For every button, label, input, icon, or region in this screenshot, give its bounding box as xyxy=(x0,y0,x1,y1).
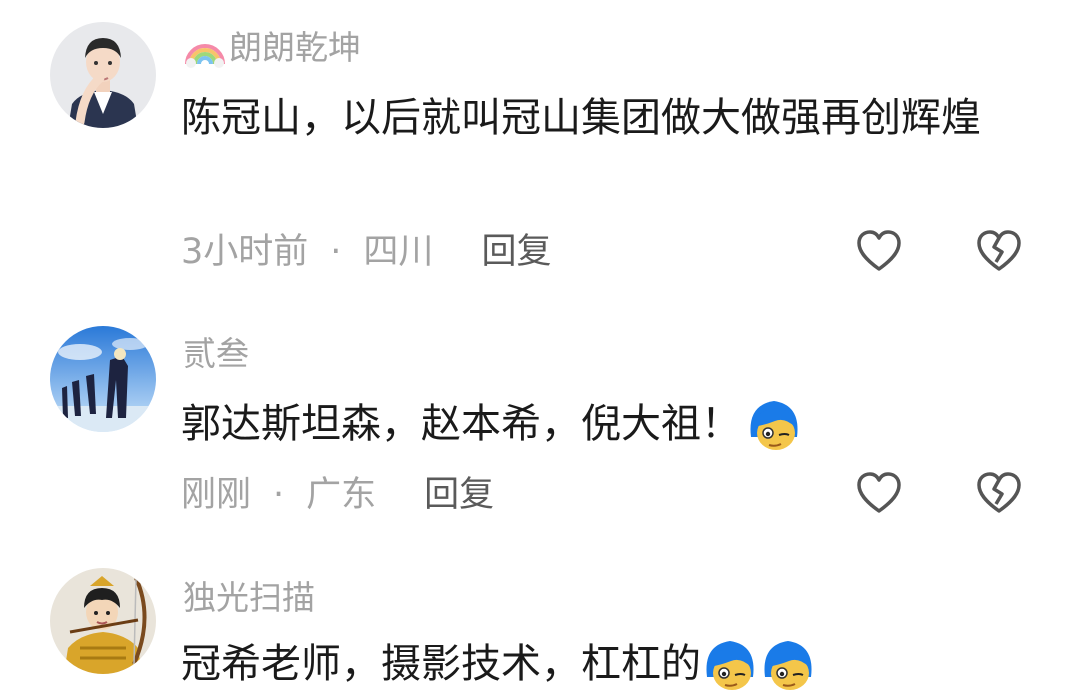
username-text: 贰叁 xyxy=(183,334,249,373)
separator-dot: · xyxy=(330,232,342,272)
username-text: 朗朗乾坤 xyxy=(229,28,361,67)
avatar[interactable] xyxy=(50,22,156,128)
comment-meta: 3小时前 · 四川 回复 xyxy=(181,230,551,274)
rainbow-icon xyxy=(183,28,227,68)
reply-button[interactable]: 回复 xyxy=(424,475,494,515)
username[interactable]: 朗朗乾坤 xyxy=(183,28,361,68)
heart-outline-icon[interactable] xyxy=(855,229,903,273)
blue-hair-face-emoji xyxy=(706,641,754,690)
blue-hair-face-emoji xyxy=(750,401,798,450)
comment-text: 冠希老师，摄影技术，杠杠的 xyxy=(181,632,1011,696)
reply-button[interactable]: 回复 xyxy=(481,232,551,272)
comment-text: 郭达斯坦森，赵本希，倪大祖！ xyxy=(181,392,1011,456)
comment-text-content: 郭达斯坦森，赵本希，倪大祖！ xyxy=(181,401,741,447)
comment-location: 广东 xyxy=(306,475,377,515)
username-text: 独光扫描 xyxy=(183,578,315,617)
broken-heart-icon[interactable] xyxy=(975,471,1023,515)
comment-item: 贰叁 郭达斯坦森，赵本希，倪大祖！ 刚刚 · 广东 回复 xyxy=(0,300,1080,550)
comment-item: 朗朗乾坤 陈冠山，以后就叫冠山集团做大做强再创辉煌 3小时前 · 四川 回复 xyxy=(0,0,1080,300)
comment-location: 四川 xyxy=(363,232,434,272)
avatar[interactable] xyxy=(50,568,156,674)
blue-hair-face-emoji xyxy=(764,641,812,690)
broken-heart-icon[interactable] xyxy=(975,229,1023,273)
comment-text-content: 冠希老师，摄影技术，杠杠的 xyxy=(181,641,701,687)
username[interactable]: 独光扫描 xyxy=(183,578,315,618)
comment-meta: 刚刚 · 广东 回复 xyxy=(181,473,494,517)
avatar[interactable] xyxy=(50,326,156,432)
comment-text: 陈冠山，以后就叫冠山集团做大做强再创辉煌 xyxy=(181,95,981,141)
username[interactable]: 贰叁 xyxy=(183,334,249,374)
comment-item: 独光扫描 冠希老师，摄影技术，杠杠的 xyxy=(0,550,1080,690)
heart-outline-icon[interactable] xyxy=(855,471,903,515)
comment-time: 刚刚 xyxy=(181,475,252,515)
comment-time: 3小时前 xyxy=(181,232,309,272)
separator-dot: · xyxy=(273,475,285,515)
